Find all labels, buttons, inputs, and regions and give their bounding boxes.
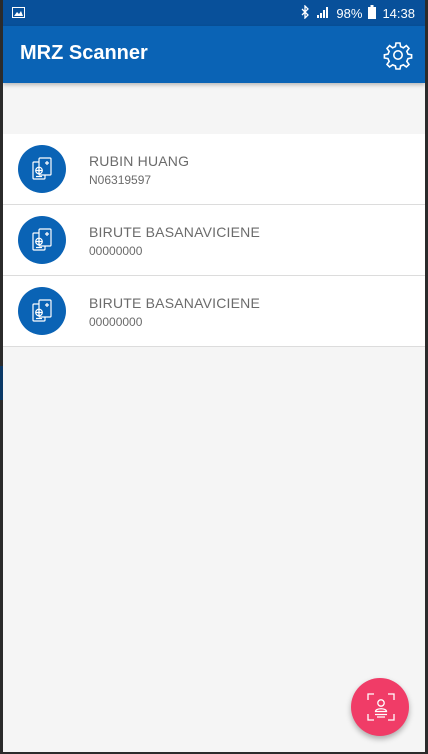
signal-icon: [316, 6, 330, 21]
image-icon: [12, 6, 25, 21]
scan-button[interactable]: [351, 678, 409, 736]
avatar: [18, 216, 66, 264]
document-number: 00000000: [89, 244, 143, 258]
gear-icon[interactable]: [383, 40, 413, 70]
clock: 14:38: [382, 6, 415, 21]
passport-icon: [32, 299, 52, 322]
document-list: RUBIN HUANG N06319597 BIRUTE BASANAVICIE…: [3, 134, 425, 347]
list-item[interactable]: BIRUTE BASANAVICIENE 00000000: [3, 205, 425, 276]
battery-icon: [368, 5, 377, 22]
holder-name: RUBIN HUANG: [89, 153, 190, 169]
holder-name: BIRUTE BASANAVICIENE: [89, 295, 261, 311]
document-number: N06319597: [89, 173, 152, 187]
list-item[interactable]: RUBIN HUANG N06319597: [3, 134, 425, 205]
list-item[interactable]: BIRUTE BASANAVICIENE 00000000: [3, 276, 425, 347]
bluetooth-icon: [301, 4, 310, 22]
passport-icon: [32, 228, 52, 251]
page-title: MRZ Scanner: [20, 42, 148, 64]
document-number: 00000000: [89, 315, 143, 329]
app-screen: 98% 14:38 MRZ Scanner RUBIN HUANG N06319…: [3, 0, 425, 752]
status-bar: 98% 14:38: [3, 0, 425, 26]
avatar: [18, 287, 66, 335]
avatar: [18, 145, 66, 193]
battery-percent: 98%: [336, 6, 363, 21]
app-bar: MRZ Scanner: [3, 26, 425, 83]
passport-icon: [32, 157, 52, 180]
holder-name: BIRUTE BASANAVICIENE: [89, 224, 261, 240]
scan-id-icon: [367, 693, 395, 721]
